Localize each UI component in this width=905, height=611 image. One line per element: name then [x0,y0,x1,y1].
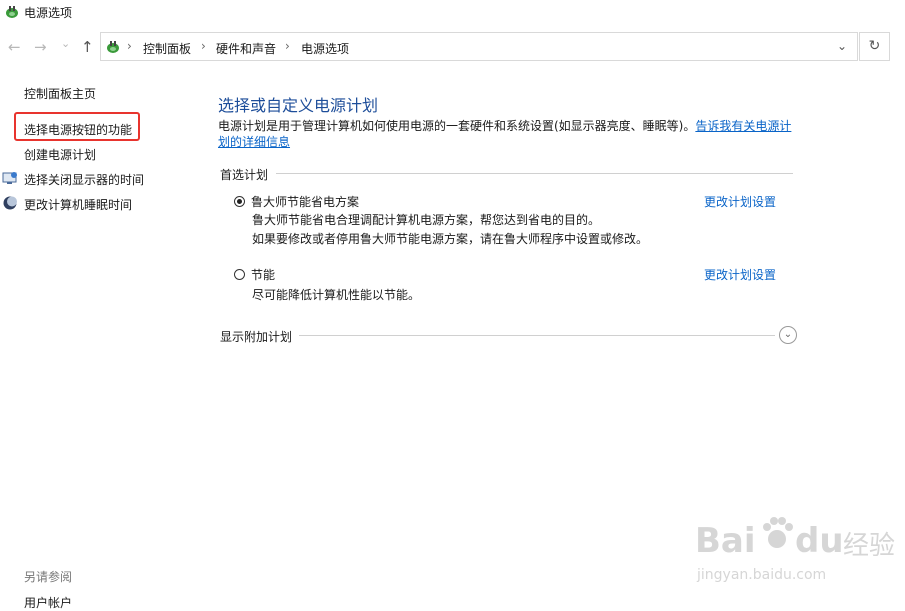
watermark-url: jingyan.baidu.com [697,567,827,583]
navigation-bar: ← → ⌄ ↑ › 控制面板 › 硬件和声音 › 电源选项 ⌄ ↻ [0,30,905,64]
sidebar-item-create-plan[interactable]: 创建电源计划 [24,146,96,163]
breadcrumb-hardware-sound[interactable]: 硬件和声音 [216,40,276,57]
page-description: 电源计划是用于管理计算机如何使用电源的一套硬件和系统设置(如显示器亮度、睡眠等)… [218,118,798,150]
change-plan-settings-link[interactable]: 更改计划设置 [704,193,776,210]
plan-description-line: 鲁大师节能省电合理调配计算机电源方案，帮您达到省电的目的。 [252,213,601,227]
back-arrow-icon[interactable]: ← [8,38,21,56]
divider [299,335,775,336]
address-dropdown-icon[interactable]: ⌄ [837,39,847,53]
page-title: 选择或自定义电源计划 [218,96,379,115]
learn-more-link[interactable]: 告诉我有关电源计 [695,119,791,133]
watermark-suffix: 经验 [843,531,896,561]
user-accounts-link[interactable]: 用户帐户 [24,594,72,611]
expand-chevron-icon[interactable]: ⌄ [779,326,797,344]
refresh-button[interactable]: ↻ [859,32,890,61]
description-text: 电源计划是用于管理计算机如何使用电源的一套硬件和系统设置(如显示器亮度、睡眠等)… [218,119,696,133]
breadcrumb-control-panel[interactable]: 控制面板 [143,40,191,57]
power-options-icon [6,6,18,18]
show-additional-plans-label[interactable]: 显示附加计划 [220,328,292,345]
control-panel-icon [107,41,119,53]
sidebar-item-sleep-time[interactable]: 更改计算机睡眠时间 [24,196,132,213]
breadcrumb-power-options[interactable]: 电源选项 [301,40,349,57]
preferred-plans-label: 首选计划 [220,168,269,182]
recent-locations-icon[interactable]: ⌄ [61,35,70,53]
sidebar-item-display-off[interactable]: 选择关闭显示器的时间 [24,171,144,188]
monitor-icon [2,172,17,184]
baidu-jingyan-watermark: Bai du 经验 jingyan.baidu.com [695,515,895,595]
title-bar: 电源选项 [0,0,905,26]
plan-radio-ludashi[interactable] [234,196,245,207]
plan-name-power-saver[interactable]: 节能 [251,266,275,283]
plan-description-line: 如果要修改或者停用鲁大师节能电源方案，请在鲁大师程序中设置或修改。 [252,232,649,246]
plan-radio-power-saver[interactable] [234,269,245,280]
plan-description-line: 尽可能降低计算机性能以节能。 [252,288,421,302]
change-plan-settings-link[interactable]: 更改计划设置 [704,266,776,283]
learn-more-link-continued[interactable]: 划的详细信息 [218,135,290,149]
moon-icon [3,196,17,210]
watermark-brand-2: du [795,521,844,561]
sidebar-home-link[interactable]: 控制面板主页 [24,85,96,102]
paw-icon [763,517,793,548]
window-title: 电源选项 [24,6,73,20]
see-also-heading: 另请参阅 [24,570,73,584]
watermark-brand: Bai [695,521,756,561]
sidebar-item-power-button[interactable]: 选择电源按钮的功能 [24,121,132,138]
breadcrumb-separator[interactable]: › [201,39,206,53]
address-bar[interactable]: › 控制面板 › 硬件和声音 › 电源选项 ⌄ [100,32,858,61]
up-arrow-icon[interactable]: ↑ [81,38,94,56]
divider [276,173,793,174]
breadcrumb-separator[interactable]: › [285,39,290,53]
breadcrumb-separator: › [127,39,132,53]
plan-name-ludashi[interactable]: 鲁大师节能省电方案 [251,193,359,210]
forward-arrow-icon[interactable]: → [34,38,47,56]
